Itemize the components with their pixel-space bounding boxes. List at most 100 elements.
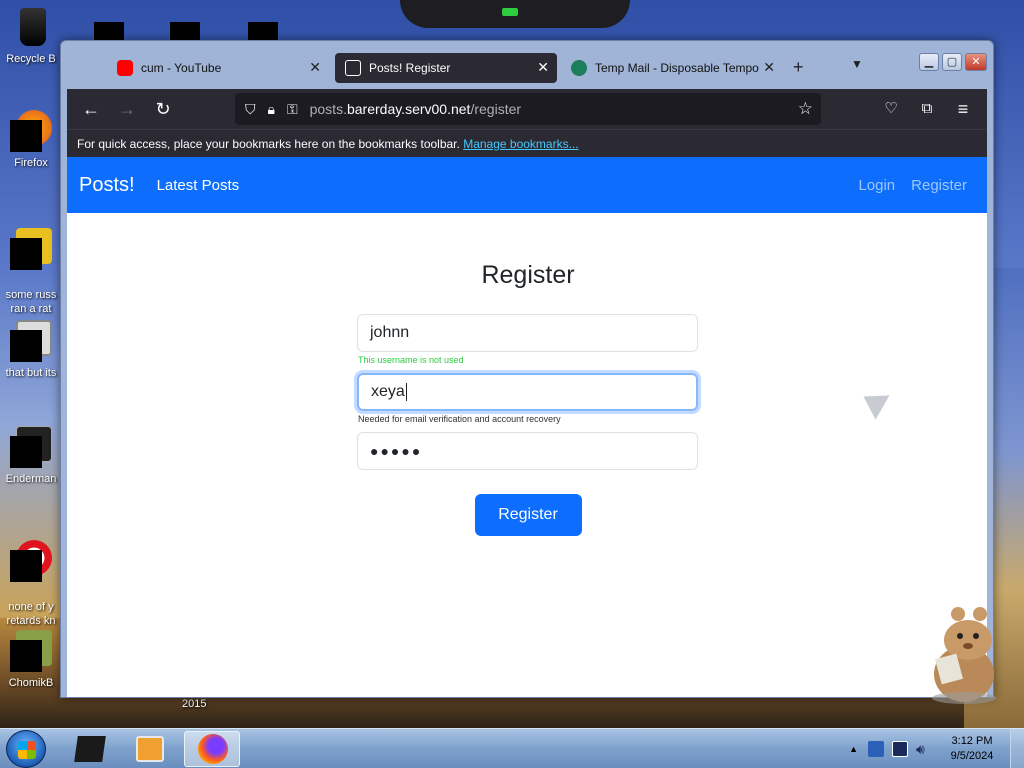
nav-latest-posts[interactable]: Latest Posts [157,177,240,194]
mouse-cursor-icon [856,384,890,420]
desktop-icon-opera[interactable]: none of y retards kn [0,526,62,642]
desktop-icon-label: some russ ran a rat [5,289,57,315]
show-desktop-button[interactable] [1010,729,1024,768]
firefox-desktop-icon [10,110,52,152]
tab-youtube[interactable]: cum - YouTube ✕ [107,53,329,83]
tab-title: cum - YouTube [141,61,222,75]
lock-icon[interactable]: 🔒︎ [268,101,275,118]
url-bar[interactable]: ⛉ 🔒︎ ⚿ posts.barerday.serv00.net/registe… [235,93,821,125]
desktop-icon-label: Firefox [14,157,48,169]
clock-date: 9/5/2024 [950,750,994,762]
desktop-icon-label: that but its [5,367,57,379]
maximize-button[interactable]: ▢ [942,53,962,71]
taskbar-item-firefox[interactable] [184,731,240,767]
indicator-light [502,8,518,16]
volume-icon[interactable]: 🔊︎ [916,741,932,757]
top-gadget [400,0,630,28]
media-player-icon [136,736,164,762]
password-field[interactable]: ●●●●● [357,432,698,470]
shortcut-icon [10,630,52,672]
back-arrow-icon[interactable]: ← [77,95,105,123]
bookmarks-toolbar: For quick access, place your bookmarks h… [67,129,987,157]
tab-title: Temp Mail - Disposable Tempo [595,61,759,75]
hamster-mascot-icon [932,607,996,704]
tab-bar: cum - YouTube ✕ Posts! Register ✕ Temp M… [67,47,987,89]
nav-register[interactable]: Register [911,177,967,194]
site-brand[interactable]: Posts! [79,174,135,197]
firefox-icon [198,734,228,764]
username-value: johnn [370,324,410,341]
new-tab-button[interactable]: + [793,57,804,78]
nav-right-links: Login Register [858,177,967,194]
menu-icon[interactable]: ≡ [949,95,977,123]
extensions-icon[interactable]: ⧉ [913,95,941,123]
shortcut-icon [10,320,52,362]
desktop-text: 2015 [182,698,207,710]
manage-bookmarks-link[interactable]: Manage bookmarks... [463,137,578,151]
email-value: xeya [371,383,405,400]
desktop-icon-recycle-bin[interactable]: Recycle B [0,6,62,66]
register-form: Register johnn This username is not used… [357,261,699,536]
pocket-icon[interactable]: ♡ [877,95,905,123]
clock[interactable]: 3:12 PM 9/5/2024 [940,734,1004,764]
opera-desktop-icon [10,540,52,582]
desktop-icon-firefox[interactable]: Firefox [0,110,62,170]
taskbar-item-terminal[interactable] [62,731,118,767]
close-tab-icon[interactable]: ✕ [537,59,549,76]
tab-register[interactable]: Posts! Register ✕ [335,53,557,83]
close-window-button[interactable]: ✕ [965,53,987,71]
taskbar: ▲ 🔊︎ 3:12 PM 9/5/2024 [0,728,1024,768]
youtube-icon [117,60,133,76]
shortcut-icon [10,426,52,468]
desktop-icon-shortcut-4[interactable]: ChomikB [0,630,62,690]
chevron-down-icon[interactable]: ▼ [851,57,863,71]
page-icon [345,60,361,76]
username-field[interactable]: johnn [357,314,698,352]
bookmarks-hint: For quick access, place your bookmarks h… [77,137,460,151]
text-caret [405,383,407,401]
desktop-icon-label: ChomikB [8,677,54,689]
windows-logo-icon [18,741,36,759]
navigation-toolbar: ← → ↻ ⛉ 🔒︎ ⚿ posts.barerday.serv00.net/r… [67,89,987,129]
minimize-button[interactable]: ▁ [919,53,939,71]
password-value: ●●●●● [370,443,423,459]
desktop-icon-shortcut-3[interactable]: Enderman [0,426,62,486]
page-title: Register [481,261,575,289]
bookmark-star-icon[interactable]: ☆ [798,99,813,119]
browser-window: cum - YouTube ✕ Posts! Register ✕ Temp M… [60,40,994,698]
close-tab-icon[interactable]: ✕ [309,59,321,76]
close-tab-icon[interactable]: ✕ [761,59,775,76]
desktop-icon-label: Enderman [5,473,57,485]
shield-icon[interactable]: ⛉ [245,101,256,118]
redacted-block [170,22,200,42]
tray-app-icon[interactable] [868,741,884,757]
shortcut-icon [10,228,52,270]
reload-icon[interactable]: ↻ [149,95,177,123]
taskbar-item-media[interactable] [122,731,178,767]
clock-time: 3:12 PM [951,735,993,747]
username-hint: This username is not used [358,355,464,365]
tempmail-icon [571,60,587,76]
desktop-icon-label: none of y retards kn [6,601,56,627]
redacted-block [248,22,278,42]
forward-arrow-icon[interactable]: → [113,95,141,123]
desktop-icon-shortcut-1[interactable]: some russ ran a rat [0,214,62,330]
nav-login[interactable]: Login [858,177,895,194]
start-button[interactable] [6,730,46,768]
redacted-block [94,22,124,42]
key-icon[interactable]: ⚿ [287,101,298,118]
network-icon[interactable] [892,741,908,757]
chevron-up-icon[interactable]: ▲ [849,744,858,754]
desktop-icon-shortcut-2[interactable]: that but its [0,320,62,380]
tab-tempmail[interactable]: Temp Mail - Disposable Tempo ✕ [561,53,783,83]
site-navbar: Posts! Latest Posts Login Register [67,157,987,213]
tab-title: Posts! Register [369,61,451,75]
page-viewport: Posts! Latest Posts Login Register Regis… [67,157,987,697]
url-text[interactable]: posts.barerday.serv00.net/register [310,101,521,117]
terminal-icon [74,736,106,762]
system-tray: ▲ 🔊︎ 3:12 PM 9/5/2024 [849,729,1024,768]
register-button[interactable]: Register [474,494,582,536]
email-hint: Needed for email verification and accoun… [358,414,561,424]
desktop-icon-label: Recycle B [6,53,56,65]
email-field[interactable]: xeya [357,373,698,411]
